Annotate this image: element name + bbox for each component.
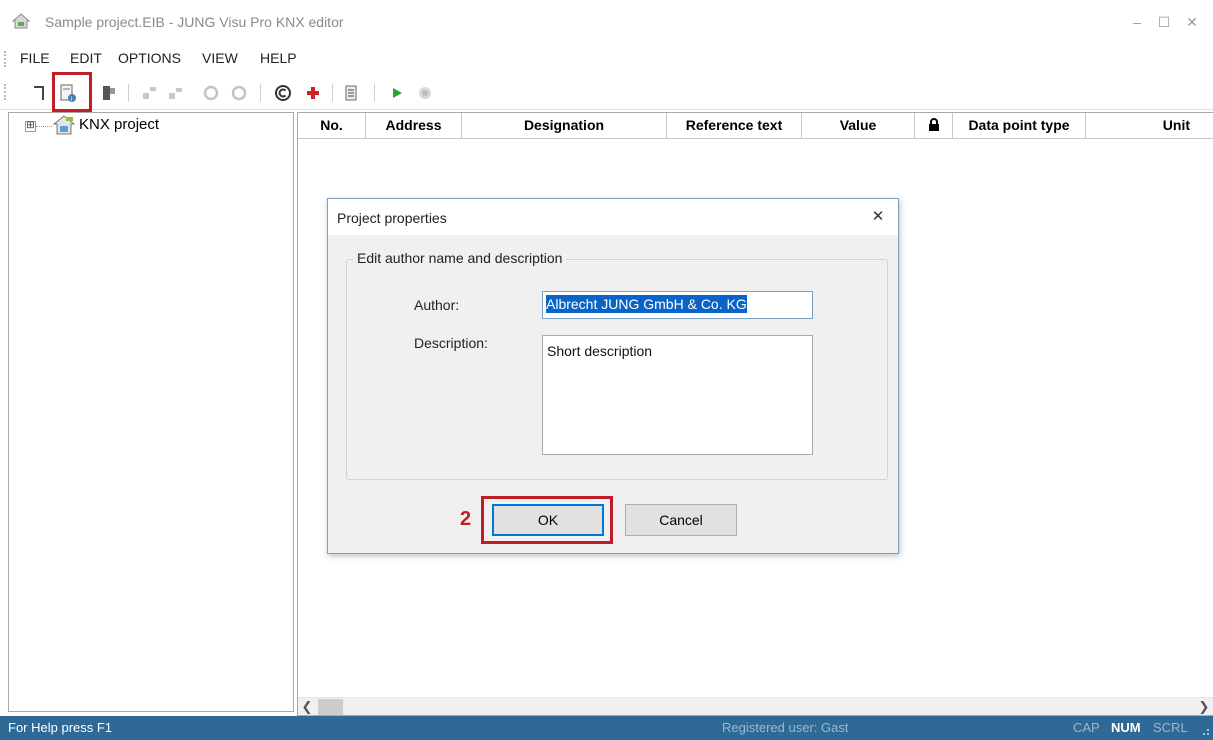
menu-grip[interactable]	[4, 51, 8, 67]
author-label: Author:	[414, 297, 460, 313]
resize-grip-icon[interactable]	[1198, 724, 1210, 736]
dialog-title-bar: Project properties ✕	[328, 199, 898, 235]
knx-project-icon	[53, 115, 75, 135]
toolbar-grip[interactable]	[4, 84, 8, 100]
column-header-lock[interactable]	[915, 113, 953, 139]
dialog-title: Project properties	[337, 210, 447, 226]
horizontal-scrollbar[interactable]: ❮ ❯	[298, 697, 1213, 715]
description-label: Description:	[414, 335, 488, 351]
callout-box-2	[481, 496, 613, 544]
column-header-unit[interactable]: Unit	[1086, 113, 1213, 139]
scroll-left-icon[interactable]: ❮	[298, 698, 316, 716]
app-icon	[12, 13, 30, 29]
status-bar: For Help press F1 Registered user: Gast …	[0, 716, 1213, 740]
tree-expander-icon[interactable]: ⊞	[25, 121, 36, 132]
maximize-icon[interactable]: ☐	[1152, 12, 1176, 32]
title-bar: Sample project.EIB - JUNG Visu Pro KNX e…	[0, 0, 1213, 44]
tree-item-knx-project[interactable]: KNX project	[79, 116, 159, 133]
scroll-right-icon[interactable]: ❯	[1195, 698, 1213, 716]
toolbar-separator	[128, 84, 129, 102]
column-header-address[interactable]: Address	[366, 113, 462, 139]
dialog-close-icon[interactable]: ✕	[868, 207, 888, 227]
redo-icon[interactable]	[228, 82, 250, 104]
column-header-designation[interactable]: Designation	[462, 113, 667, 139]
author-value: Albrecht JUNG GmbH & Co. KG	[546, 295, 747, 313]
column-header-reference-text[interactable]: Reference text	[667, 113, 802, 139]
toolbar-separator	[374, 84, 375, 102]
list-view-icon[interactable]	[342, 82, 364, 104]
add-icon[interactable]	[302, 82, 324, 104]
callout-box-1	[52, 72, 92, 112]
project-tree: ⊞ KNX project	[8, 112, 294, 712]
status-registered-user: Registered user: Gast	[722, 720, 849, 735]
close-icon[interactable]: ✕	[1180, 12, 1204, 32]
menu-view[interactable]: VIEW	[202, 50, 238, 66]
status-num: NUM	[1111, 720, 1141, 735]
copyright-icon[interactable]	[272, 82, 294, 104]
new-project-icon[interactable]	[28, 82, 50, 104]
toolbar: i	[0, 74, 1213, 110]
menu-options[interactable]: OPTIONS	[118, 50, 181, 66]
column-header-no[interactable]: No.	[298, 113, 366, 139]
menu-file[interactable]: FILE	[20, 50, 50, 66]
move-up-icon[interactable]	[138, 82, 160, 104]
import-icon[interactable]	[98, 82, 120, 104]
column-header-value[interactable]: Value	[802, 113, 915, 139]
stop-icon[interactable]	[414, 82, 436, 104]
project-properties-dialog: Project properties ✕ Edit author name an…	[327, 198, 899, 554]
play-icon[interactable]	[386, 82, 408, 104]
status-cap: CAP	[1073, 720, 1100, 735]
description-textarea[interactable]: Short description	[542, 335, 813, 455]
callout-number-2: 2	[460, 508, 472, 530]
lock-icon	[928, 118, 939, 131]
menu-help[interactable]: HELP	[260, 50, 297, 66]
move-down-icon[interactable]	[164, 82, 186, 104]
group-label: Edit author name and description	[353, 250, 567, 266]
undo-icon[interactable]	[200, 82, 222, 104]
scroll-thumb[interactable]	[318, 699, 343, 715]
cancel-button[interactable]: Cancel	[625, 504, 737, 536]
tree-connector	[36, 126, 52, 127]
menu-bar: FILE EDIT OPTIONS VIEW HELP	[0, 44, 1213, 74]
window-title: Sample project.EIB - JUNG Visu Pro KNX e…	[45, 14, 344, 30]
status-scrl: SCRL	[1153, 720, 1188, 735]
menu-edit[interactable]: EDIT	[70, 50, 102, 66]
toolbar-separator	[260, 84, 261, 102]
minimize-icon[interactable]: –	[1125, 12, 1149, 32]
status-help-text: For Help press F1	[8, 720, 113, 735]
column-header-data-point-type[interactable]: Data point type	[953, 113, 1086, 139]
toolbar-separator	[332, 84, 333, 102]
author-input[interactable]: Albrecht JUNG GmbH & Co. KG	[542, 291, 813, 319]
